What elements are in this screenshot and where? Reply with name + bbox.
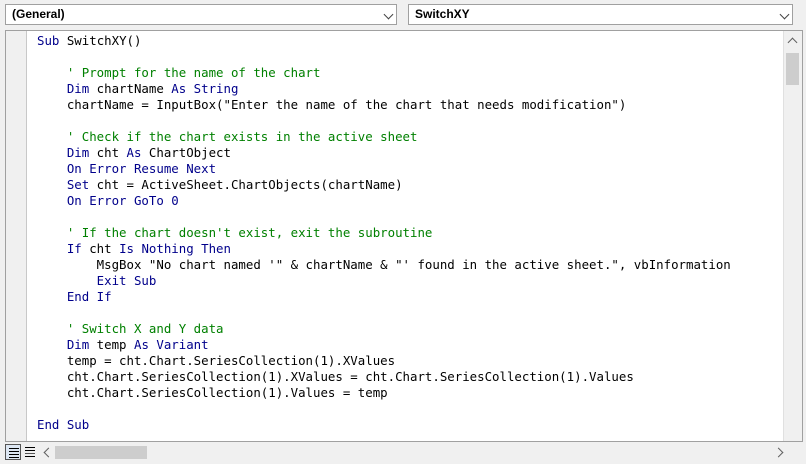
code-line[interactable]: ' If the chart doesn't exist, exit the s… bbox=[37, 225, 782, 241]
object-dropdown-value: (General) bbox=[12, 7, 65, 21]
margin-indicator-bar[interactable] bbox=[6, 31, 27, 441]
code-line[interactable]: End Sub bbox=[37, 417, 782, 433]
code-text: SwitchXY() bbox=[59, 33, 142, 48]
code-line[interactable]: chartName = InputBox("Enter the name of … bbox=[37, 97, 782, 113]
code-comment: ' Check if the chart exists in the activ… bbox=[37, 129, 418, 144]
code-editor[interactable]: Sub SwitchXY() ' Prompt for the name of … bbox=[5, 30, 803, 442]
code-text: cht bbox=[89, 145, 127, 160]
vertical-scroll-thumb[interactable] bbox=[786, 53, 799, 85]
procedure-view-icon[interactable] bbox=[5, 444, 21, 460]
chevron-down-icon[interactable] bbox=[779, 9, 790, 20]
code-keyword: If bbox=[37, 241, 82, 256]
code-text: ChartObject bbox=[141, 145, 231, 160]
code-line[interactable] bbox=[37, 305, 782, 321]
code-line[interactable] bbox=[37, 209, 782, 225]
code-line[interactable] bbox=[37, 113, 782, 129]
code-keyword: Set bbox=[37, 177, 90, 192]
code-window-toolbar: (General) SwitchXY bbox=[0, 0, 806, 30]
code-comment: ' If the chart doesn't exist, exit the s… bbox=[37, 225, 433, 240]
code-line[interactable]: End If bbox=[37, 289, 782, 305]
code-keyword: Is Nothing Then bbox=[119, 241, 231, 256]
code-line[interactable]: If cht Is Nothing Then bbox=[37, 241, 782, 257]
code-line[interactable]: Exit Sub bbox=[37, 273, 782, 289]
code-keyword: On Error GoTo 0 bbox=[37, 193, 179, 208]
full-module-view-icon[interactable] bbox=[22, 444, 38, 460]
code-line[interactable]: ' Prompt for the name of the chart bbox=[37, 65, 782, 81]
code-line[interactable]: MsgBox "No chart named '" & chartName & … bbox=[37, 257, 782, 273]
procedure-dropdown[interactable]: SwitchXY bbox=[408, 4, 793, 25]
code-line[interactable]: Set cht = ActiveSheet.ChartObjects(chart… bbox=[37, 177, 782, 193]
scroll-up-arrow-icon[interactable] bbox=[787, 37, 798, 48]
code-keyword: Exit Sub bbox=[37, 273, 157, 288]
code-comment: ' Prompt for the name of the chart bbox=[37, 65, 321, 80]
code-text: temp = cht.Chart.SeriesCollection(1).XVa… bbox=[37, 353, 396, 368]
code-keyword: As Variant bbox=[133, 337, 209, 352]
code-keyword: End If bbox=[37, 289, 112, 304]
code-line[interactable]: cht.Chart.SeriesCollection(1).XValues = … bbox=[37, 369, 782, 385]
code-line[interactable]: cht.Chart.SeriesCollection(1).Values = t… bbox=[37, 385, 782, 401]
code-window-footer bbox=[0, 442, 806, 464]
scroll-left-arrow-icon[interactable] bbox=[43, 447, 54, 458]
code-line[interactable]: Dim cht As ChartObject bbox=[37, 145, 782, 161]
code-line[interactable]: Dim chartName As String bbox=[37, 81, 782, 97]
horizontal-scrollbar[interactable] bbox=[40, 444, 788, 461]
code-line[interactable] bbox=[37, 49, 782, 65]
code-line[interactable]: temp = cht.Chart.SeriesCollection(1).XVa… bbox=[37, 353, 782, 369]
code-keyword: Dim bbox=[37, 81, 90, 96]
code-line[interactable]: Sub SwitchXY() bbox=[37, 33, 782, 49]
code-text: cht.Chart.SeriesCollection(1).Values = t… bbox=[37, 385, 388, 400]
code-text: chartName bbox=[89, 81, 172, 96]
code-text: cht.Chart.SeriesCollection(1).XValues = … bbox=[37, 369, 634, 384]
scroll-right-arrow-icon[interactable] bbox=[773, 447, 784, 458]
vertical-scrollbar[interactable] bbox=[783, 31, 802, 441]
horizontal-scroll-thumb[interactable] bbox=[55, 446, 147, 459]
code-comment: ' Switch X and Y data bbox=[37, 321, 224, 336]
code-text: temp bbox=[89, 337, 134, 352]
code-line[interactable]: On Error Resume Next bbox=[37, 161, 782, 177]
procedure-dropdown-value: SwitchXY bbox=[415, 7, 470, 21]
code-line[interactable] bbox=[37, 401, 782, 417]
code-line[interactable]: ' Check if the chart exists in the activ… bbox=[37, 129, 782, 145]
code-keyword: Sub bbox=[37, 33, 60, 48]
code-keyword: Dim bbox=[37, 145, 90, 160]
code-text: chartName = InputBox("Enter the name of … bbox=[37, 97, 627, 112]
code-text-area[interactable]: Sub SwitchXY() ' Prompt for the name of … bbox=[37, 33, 782, 439]
code-keyword: As bbox=[126, 145, 142, 160]
code-text: MsgBox "No chart named '" & chartName & … bbox=[37, 257, 731, 272]
code-text: cht = ActiveSheet.ChartObjects(chartName… bbox=[89, 177, 403, 192]
code-keyword: As String bbox=[171, 81, 239, 96]
chevron-down-icon[interactable] bbox=[383, 9, 394, 20]
code-text: cht bbox=[81, 241, 120, 256]
code-line[interactable]: On Error GoTo 0 bbox=[37, 193, 782, 209]
code-line[interactable]: Dim temp As Variant bbox=[37, 337, 782, 353]
code-keyword: On Error Resume Next bbox=[37, 161, 217, 176]
code-keyword: Dim bbox=[37, 337, 90, 352]
code-line[interactable]: ' Switch X and Y data bbox=[37, 321, 782, 337]
code-keyword: End Sub bbox=[37, 417, 90, 432]
object-dropdown[interactable]: (General) bbox=[5, 4, 397, 25]
